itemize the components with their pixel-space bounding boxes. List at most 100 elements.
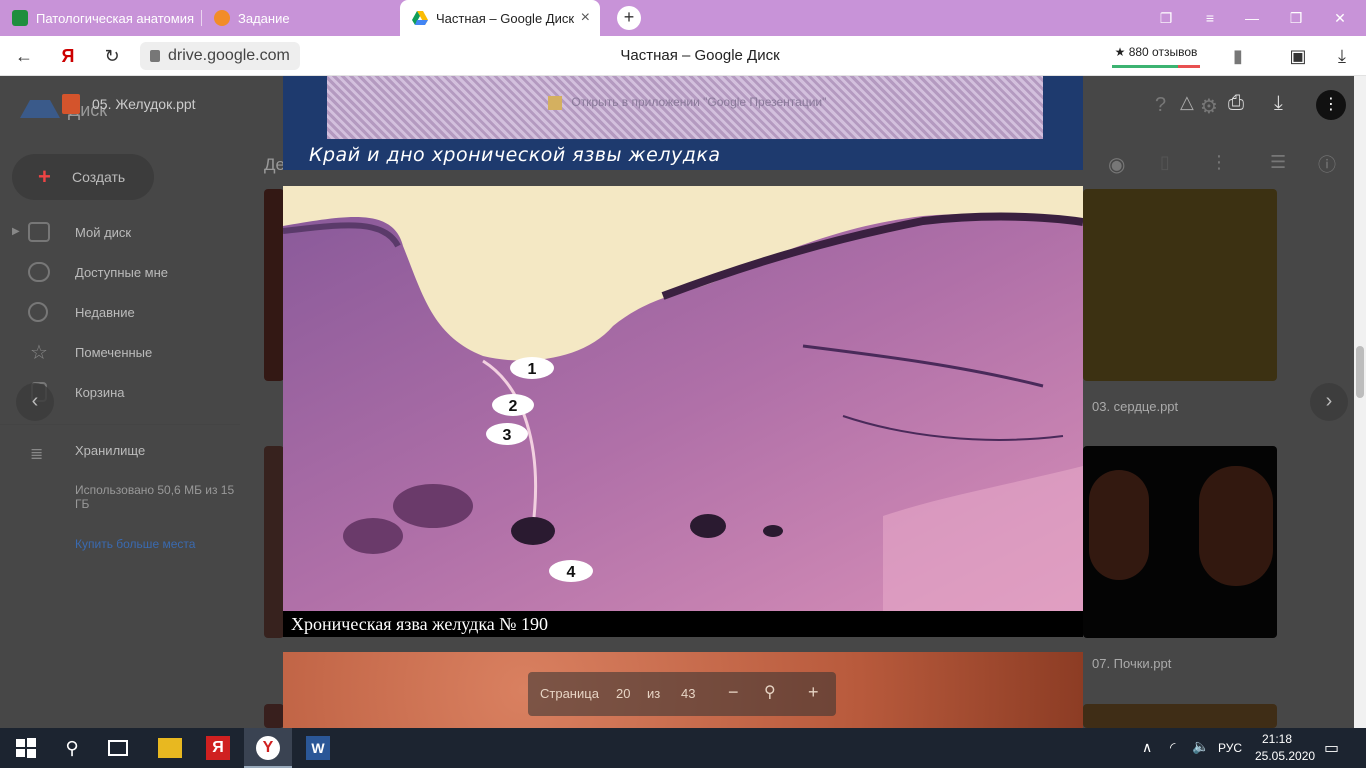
my-drive-icon	[28, 222, 50, 242]
sidebar-item-my-drive[interactable]: Мой диск	[75, 225, 131, 240]
delete-icon[interactable]: ▯	[1160, 152, 1170, 173]
preview-eye-icon[interactable]: ◉	[1108, 152, 1125, 177]
add-to-drive-icon[interactable]: △	[1180, 92, 1194, 113]
zoom-in-button[interactable]: +	[808, 682, 819, 703]
marker-label: 4	[567, 564, 576, 581]
clock-date[interactable]: 25.05.2020	[1255, 749, 1315, 763]
task-view-icon[interactable]	[108, 740, 128, 756]
more-vert-icon[interactable]: ⋮	[1210, 152, 1228, 173]
marker-2: 2	[492, 394, 534, 416]
bookmark-icon[interactable]: ▮	[1226, 44, 1250, 68]
marker-label: 1	[528, 361, 537, 378]
page-scrollbar[interactable]	[1354, 76, 1366, 728]
address-bar: ← Я ↻ drive.google.com Частная – Google …	[0, 36, 1366, 76]
yandex-icon[interactable]: Я	[56, 44, 80, 68]
new-tab-button[interactable]: +	[617, 6, 641, 30]
help-icon[interactable]: ?	[1155, 94, 1166, 117]
of-label: из	[647, 686, 661, 701]
url-field[interactable]: drive.google.com	[140, 42, 300, 70]
star-icon: ☆	[30, 342, 48, 364]
tab-google-drive[interactable]: Частная – Google Диск ×	[400, 0, 600, 36]
url-text: drive.google.com	[168, 47, 290, 64]
word-icon[interactable]: W	[306, 736, 330, 760]
marker-4: 4	[549, 560, 593, 582]
total-pages: 43	[681, 686, 696, 701]
volume-icon[interactable]: 🔈	[1192, 738, 1209, 755]
viewer-file-title: 05. Желудок.ppt	[92, 96, 196, 112]
notifications-icon[interactable]: ▭	[1324, 738, 1339, 758]
info-icon[interactable]: ⓘ	[1318, 151, 1336, 177]
print-icon[interactable]: ⎙	[1228, 92, 1244, 115]
shared-icon	[28, 262, 50, 282]
zoom-icon: ⚲	[764, 684, 776, 701]
close-window-icon[interactable]: ✕	[1320, 0, 1360, 36]
next-file-button[interactable]: ›	[1310, 383, 1348, 421]
previous-file-button[interactable]: ‹	[16, 383, 54, 421]
clock-icon	[28, 302, 48, 322]
expand-caret-icon[interactable]: ▶	[12, 226, 20, 237]
search-icon[interactable]: ⚲	[60, 736, 84, 760]
slide-20: 1 2 3 4	[283, 186, 1083, 611]
reload-icon[interactable]: ↻	[100, 44, 124, 68]
sidebar-item-storage[interactable]: Хранилище	[75, 443, 145, 458]
slide-20-caption: Хроническая язва желудка № 190	[291, 614, 548, 634]
moodle-icon	[214, 10, 230, 26]
sidebar-item-starred[interactable]: Помеченные	[75, 345, 152, 360]
settings-icon[interactable]: ⚙	[1200, 94, 1218, 119]
restore-icon[interactable]: ❒	[1276, 0, 1316, 36]
breadcrumb-partial: Де	[264, 155, 285, 174]
open-in-app-button[interactable]: Открыть в приложении "Google Презентации…	[548, 95, 826, 110]
collections-icon[interactable]: ▣	[1286, 44, 1310, 68]
rating-bar	[1112, 65, 1200, 68]
back-arrow-icon[interactable]	[20, 94, 60, 124]
tab-label: Патологическая анатомия	[36, 10, 194, 26]
marker-1: 1	[510, 357, 554, 379]
slide-19: Край и дно хронической язвы желудка	[283, 76, 1083, 170]
sidebar-item-shared[interactable]: Доступные мне	[75, 265, 168, 280]
reviews-badge[interactable]: ★ 880 отзывов	[1110, 42, 1202, 70]
windows-start-icon[interactable]	[14, 736, 38, 760]
scrollbar-thumb[interactable]	[1356, 346, 1364, 398]
list-view-icon[interactable]: ☰	[1270, 152, 1286, 173]
menu-icon[interactable]: ≡	[1190, 0, 1230, 36]
marker-3: 3	[486, 423, 528, 445]
file-name-heart[interactable]: 03. сердце.ppt	[1092, 399, 1178, 414]
file-name-kidneys[interactable]: 07. Почки.ppt	[1092, 656, 1171, 671]
close-icon[interactable]: ×	[581, 9, 590, 27]
show-hidden-icons[interactable]: ∧	[1142, 739, 1152, 756]
download-icon[interactable]: ⤓	[1330, 44, 1354, 68]
tab-pathology[interactable]: Патологическая анатомия	[0, 0, 200, 36]
language-indicator[interactable]: РУС	[1218, 741, 1242, 755]
clock-time[interactable]: 21:18	[1262, 732, 1292, 746]
network-icon[interactable]: ◜	[1170, 739, 1175, 756]
create-button[interactable]: + Создать	[12, 154, 154, 200]
buy-storage-link[interactable]: Купить больше места	[75, 537, 195, 551]
plus-icon: +	[38, 164, 51, 189]
google-drive-icon	[412, 11, 428, 25]
create-label: Создать	[72, 169, 126, 185]
yandex-browser-icon[interactable]: Я	[206, 736, 230, 760]
sheets-icon	[12, 10, 28, 26]
file-explorer-icon[interactable]	[158, 738, 182, 758]
page-label: Страница	[540, 686, 599, 701]
divider	[0, 424, 240, 425]
sidebar-item-recent[interactable]: Недавние	[75, 305, 135, 320]
browser-tab-strip: Патологическая анатомия Задание Частная …	[0, 0, 1366, 36]
sidebar-item-trash[interactable]: Корзина	[75, 385, 125, 400]
back-icon[interactable]: ←	[12, 44, 36, 68]
tabs-icon[interactable]: ❐	[1146, 0, 1186, 36]
slides-app-icon	[548, 95, 562, 110]
lock-icon	[150, 50, 160, 62]
tab-assignment[interactable]: Задание	[202, 0, 398, 36]
download-file-icon[interactable]: ⤓	[1274, 92, 1283, 115]
page-title: Частная – Google Диск	[620, 47, 780, 64]
zoom-out-button[interactable]: −	[728, 682, 739, 703]
marker-label: 3	[503, 427, 512, 444]
ppt-file-icon	[62, 94, 80, 114]
tab-label: Частная – Google Диск	[436, 10, 575, 26]
minimize-icon[interactable]: —	[1232, 0, 1272, 36]
yandex-app-icon[interactable]: Y	[256, 736, 280, 760]
current-page-input[interactable]: 20	[616, 686, 630, 701]
more-actions-icon[interactable]: ⋮	[1316, 90, 1346, 120]
tab-label: Задание	[238, 10, 290, 26]
